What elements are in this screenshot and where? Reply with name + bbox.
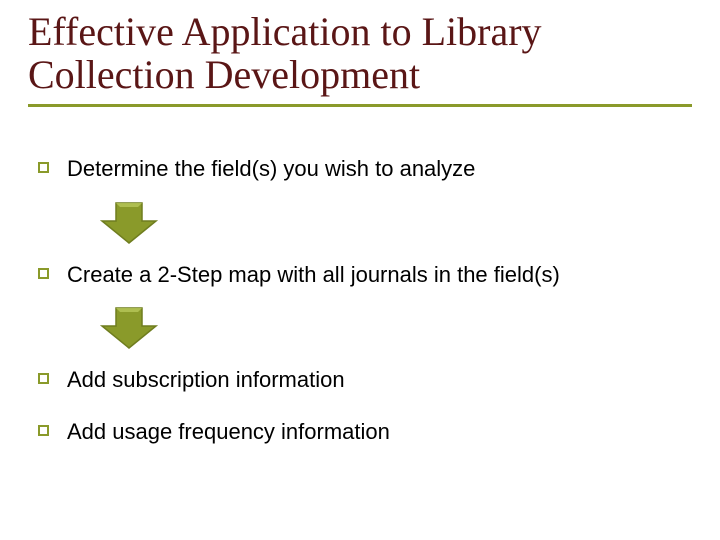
square-bullet-icon xyxy=(38,162,49,173)
bullet-item: Add usage frequency information xyxy=(38,418,682,446)
square-bullet-icon xyxy=(38,425,49,436)
bullet-item: Determine the field(s) you wish to analy… xyxy=(38,155,682,183)
arrow-slot xyxy=(98,304,682,356)
square-bullet-icon xyxy=(38,268,49,279)
title-block: Effective Application to Library Collect… xyxy=(28,10,692,107)
bullet-text: Create a 2-Step map with all journals in… xyxy=(67,261,560,289)
content-area: Determine the field(s) you wish to analy… xyxy=(38,155,682,461)
title-underline xyxy=(28,104,692,107)
bullet-item: Add subscription information xyxy=(38,366,682,394)
down-arrow-icon xyxy=(98,304,160,352)
bullet-text: Add subscription information xyxy=(67,366,345,394)
bullet-text: Add usage frequency information xyxy=(67,418,390,446)
slide-title: Effective Application to Library Collect… xyxy=(28,10,692,96)
bullet-text: Determine the field(s) you wish to analy… xyxy=(67,155,475,183)
bullet-item: Create a 2-Step map with all journals in… xyxy=(38,261,682,289)
arrow-slot xyxy=(98,199,682,251)
square-bullet-icon xyxy=(38,373,49,384)
down-arrow-icon xyxy=(98,199,160,247)
